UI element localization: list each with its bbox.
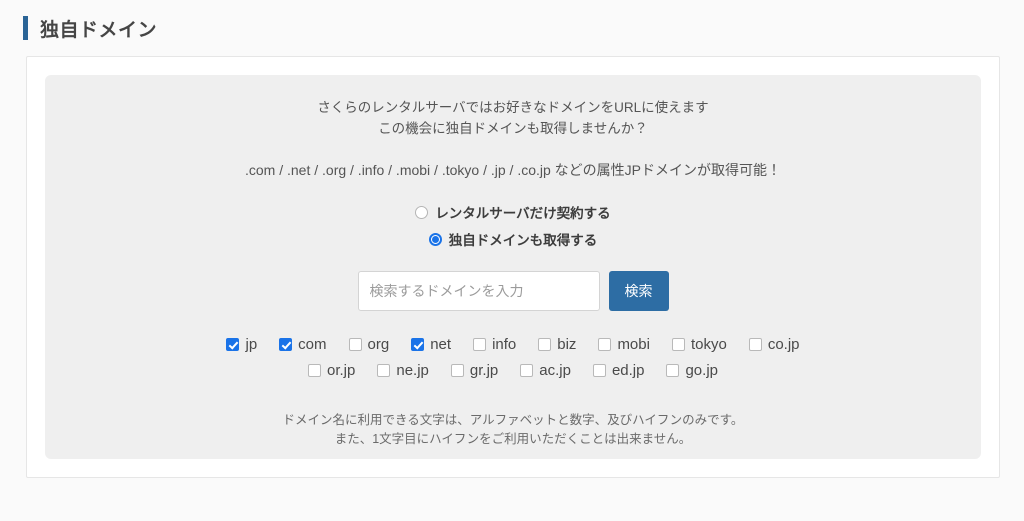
tld-checkbox-ac-jp[interactable]: ac.jp bbox=[520, 362, 571, 379]
search-button[interactable]: 検索 bbox=[608, 271, 669, 311]
tld-checkbox-jp[interactable]: jp bbox=[226, 336, 257, 353]
promo-lead-line-2: この機会に独自ドメインも取得しませんか？ bbox=[378, 121, 648, 136]
checkbox-icon-checked[interactable] bbox=[411, 338, 425, 351]
checkbox-icon-unchecked[interactable] bbox=[666, 364, 680, 377]
tld-checkbox-label: mobi bbox=[617, 336, 650, 353]
tld-checkbox-label: ac.jp bbox=[539, 362, 571, 379]
radio-label-server-only: レンタルサーバだけ契約する bbox=[435, 206, 611, 221]
checkbox-icon-unchecked[interactable] bbox=[450, 364, 464, 377]
domain-search-row: 検索 bbox=[357, 271, 669, 311]
tld-checkbox-row-2: or.jp ne.jp gr.jp ac.jp ed.jp go.jp bbox=[297, 362, 729, 379]
tld-checkbox-label: gr.jp bbox=[469, 362, 499, 379]
checkbox-icon-unchecked[interactable] bbox=[671, 338, 685, 351]
checkbox-icon-unchecked[interactable] bbox=[748, 338, 762, 351]
tld-checkbox-gr-jp[interactable]: gr.jp bbox=[450, 362, 499, 379]
radio-icon-unchecked[interactable] bbox=[415, 205, 429, 219]
checkbox-icon-unchecked[interactable] bbox=[348, 338, 362, 351]
tld-checkbox-tokyo[interactable]: tokyo bbox=[671, 336, 727, 353]
tld-checkbox-or-jp[interactable]: or.jp bbox=[308, 362, 355, 379]
tld-checkbox-label: org bbox=[367, 336, 390, 353]
tld-checkbox-label: ed.jp bbox=[611, 362, 645, 379]
tld-checkbox-label: info bbox=[492, 336, 517, 353]
domain-promo-panel: さくらのレンタルサーバではお好きなドメインをURLに使えます この機会に独自ドメ… bbox=[45, 75, 981, 459]
tld-checkbox-row-1: jp com org net info biz mobi tokyo co.jp bbox=[215, 336, 810, 353]
contract-type-radio-group: レンタルサーバだけ契約する 独自ドメインも取得する bbox=[415, 202, 611, 249]
domain-rules-note: ドメイン名に利用できる文字は、アルファベットと数字、及びハイフンのみです。 また… bbox=[283, 411, 744, 449]
domain-card: さくらのレンタルサーバではお好きなドメインをURLに使えます この機会に独自ドメ… bbox=[26, 56, 1000, 478]
promo-lead-line-1: さくらのレンタルサーバではお好きなドメインをURLに使えます bbox=[317, 100, 709, 115]
tld-checkbox-com[interactable]: com bbox=[279, 336, 327, 353]
page-title-label: 独自ドメイン bbox=[40, 19, 158, 41]
tld-checkbox-info[interactable]: info bbox=[473, 336, 516, 353]
checkbox-icon-checked[interactable] bbox=[279, 338, 293, 351]
tld-checkbox-label: net bbox=[430, 336, 452, 353]
tld-checkbox-net[interactable]: net bbox=[411, 336, 451, 353]
tld-checkbox-co-jp[interactable]: co.jp bbox=[748, 336, 800, 353]
domain-rules-note-line-1: ドメイン名に利用できる文字は、アルファベットと数字、及びハイフンのみです。 bbox=[282, 413, 744, 427]
checkbox-icon-unchecked[interactable] bbox=[308, 364, 321, 377]
tld-checkbox-label: co.jp bbox=[767, 336, 800, 353]
tld-checkbox-label: tokyo bbox=[690, 336, 727, 353]
checkbox-icon-checked[interactable] bbox=[226, 338, 240, 351]
checkbox-icon-unchecked[interactable] bbox=[592, 364, 606, 377]
tld-checkbox-org[interactable]: org bbox=[348, 336, 390, 353]
tld-checkbox-mobi[interactable]: mobi bbox=[598, 336, 650, 353]
radio-option-server-only[interactable]: レンタルサーバだけ契約する bbox=[415, 202, 611, 222]
checkbox-icon-unchecked[interactable] bbox=[377, 364, 391, 377]
search-input[interactable] bbox=[357, 271, 600, 311]
checkbox-icon-unchecked[interactable] bbox=[520, 364, 534, 377]
available-tld-text: .com / .net / .org / .info / .mobi / .to… bbox=[244, 162, 782, 178]
tld-checkbox-label: or.jp bbox=[327, 362, 356, 379]
tld-checkbox-ed-jp[interactable]: ed.jp bbox=[592, 362, 645, 379]
tld-checkbox-label: go.jp bbox=[685, 362, 718, 379]
tld-checkbox-ne-jp[interactable]: ne.jp bbox=[377, 362, 429, 379]
promo-lead-text: さくらのレンタルサーバではお好きなドメインをURLに使えます この機会に独自ドメ… bbox=[317, 97, 708, 139]
radio-icon-checked[interactable] bbox=[428, 232, 442, 246]
radio-label-with-domain: 独自ドメインも取得する bbox=[448, 233, 598, 248]
title-accent-bar bbox=[23, 16, 28, 40]
radio-option-with-domain[interactable]: 独自ドメインも取得する bbox=[428, 229, 598, 249]
tld-checkbox-go-jp[interactable]: go.jp bbox=[666, 362, 718, 379]
checkbox-icon-unchecked[interactable] bbox=[538, 338, 552, 351]
domain-rules-note-line-2: また、1文字目にハイフンをご利用いただくことは出来ません。 bbox=[334, 432, 692, 446]
checkbox-icon-unchecked[interactable] bbox=[598, 338, 612, 351]
tld-checkbox-biz[interactable]: biz bbox=[538, 336, 576, 353]
tld-checkbox-label: jp bbox=[245, 336, 258, 353]
page-title: 独自ドメイン bbox=[0, 0, 1024, 56]
tld-checkbox-label: com bbox=[298, 336, 327, 353]
checkbox-icon-unchecked[interactable] bbox=[473, 338, 487, 351]
tld-checkbox-label: ne.jp bbox=[396, 362, 429, 379]
tld-checkbox-label: biz bbox=[557, 336, 577, 353]
